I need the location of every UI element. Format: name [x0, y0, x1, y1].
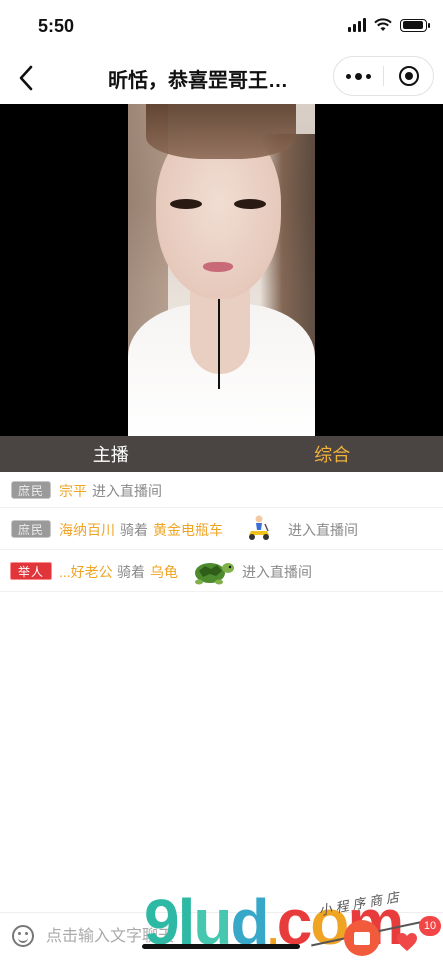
chevron-left-icon	[19, 65, 33, 91]
turtle-icon	[195, 563, 234, 585]
username[interactable]: 海纳百川	[59, 520, 115, 540]
more-button[interactable]	[334, 57, 383, 95]
wifi-icon	[374, 18, 392, 31]
emoji-icon[interactable]	[12, 925, 34, 947]
username[interactable]: ...好老公	[59, 562, 113, 582]
home-indicator[interactable]	[142, 944, 300, 949]
scooter-icon	[249, 515, 269, 540]
vehicle-name: 黄金电瓶车	[153, 522, 223, 538]
live-video-player[interactable]	[0, 104, 443, 436]
back-button[interactable]	[8, 60, 44, 96]
rank-badge: 庶民	[11, 481, 51, 499]
rank-badge: 庶民	[11, 520, 51, 538]
username[interactable]: 宗平	[59, 481, 87, 501]
action-text: 进入直播间	[92, 483, 162, 499]
tab-bar: 主播 综合	[0, 436, 443, 472]
action-text: 进入直播间	[242, 564, 312, 580]
cellular-signal-icon	[348, 18, 366, 32]
rank-badge: 举人	[10, 562, 52, 580]
tab-all[interactable]: 综合	[222, 436, 443, 472]
gift-button[interactable]	[340, 912, 384, 956]
page-title: 昕恬，恭喜罡哥王…	[108, 70, 288, 92]
status-bar: 5:50	[0, 0, 443, 52]
ride-text: 骑着	[117, 564, 145, 580]
list-item: 庶民 宗平 进入直播间	[0, 472, 443, 508]
ride-text: 骑着	[120, 522, 148, 538]
battery-level	[402, 21, 424, 29]
message-list: 庶民 宗平 进入直播间 庶民 海纳百川 骑着 黄金电瓶车 进入直播间 举人 ..…	[0, 472, 443, 592]
list-item: 庶民 海纳百川 骑着 黄金电瓶车 进入直播间	[0, 508, 443, 550]
nav-bar: 昕恬，恭喜罡哥王…	[0, 52, 443, 104]
heart-icon	[397, 933, 417, 951]
more-dots-icon	[346, 72, 371, 80]
miniprogram-close-icon	[398, 66, 419, 86]
live-video-frame	[128, 104, 315, 436]
vehicle-name: 乌龟	[150, 564, 178, 580]
list-item: 举人 ...好老公 骑着 乌龟 进入直播间	[0, 550, 443, 592]
status-time: 5:50	[38, 16, 75, 36]
like-count-badge: 10	[419, 916, 441, 936]
close-miniprogram-button[interactable]	[384, 57, 433, 95]
like-button[interactable]	[392, 928, 422, 956]
status-icons	[348, 18, 430, 32]
battery-icon	[400, 18, 430, 32]
action-text: 进入直播间	[288, 522, 358, 538]
miniprogram-capsule	[333, 56, 434, 96]
tab-host[interactable]: 主播	[0, 436, 222, 472]
